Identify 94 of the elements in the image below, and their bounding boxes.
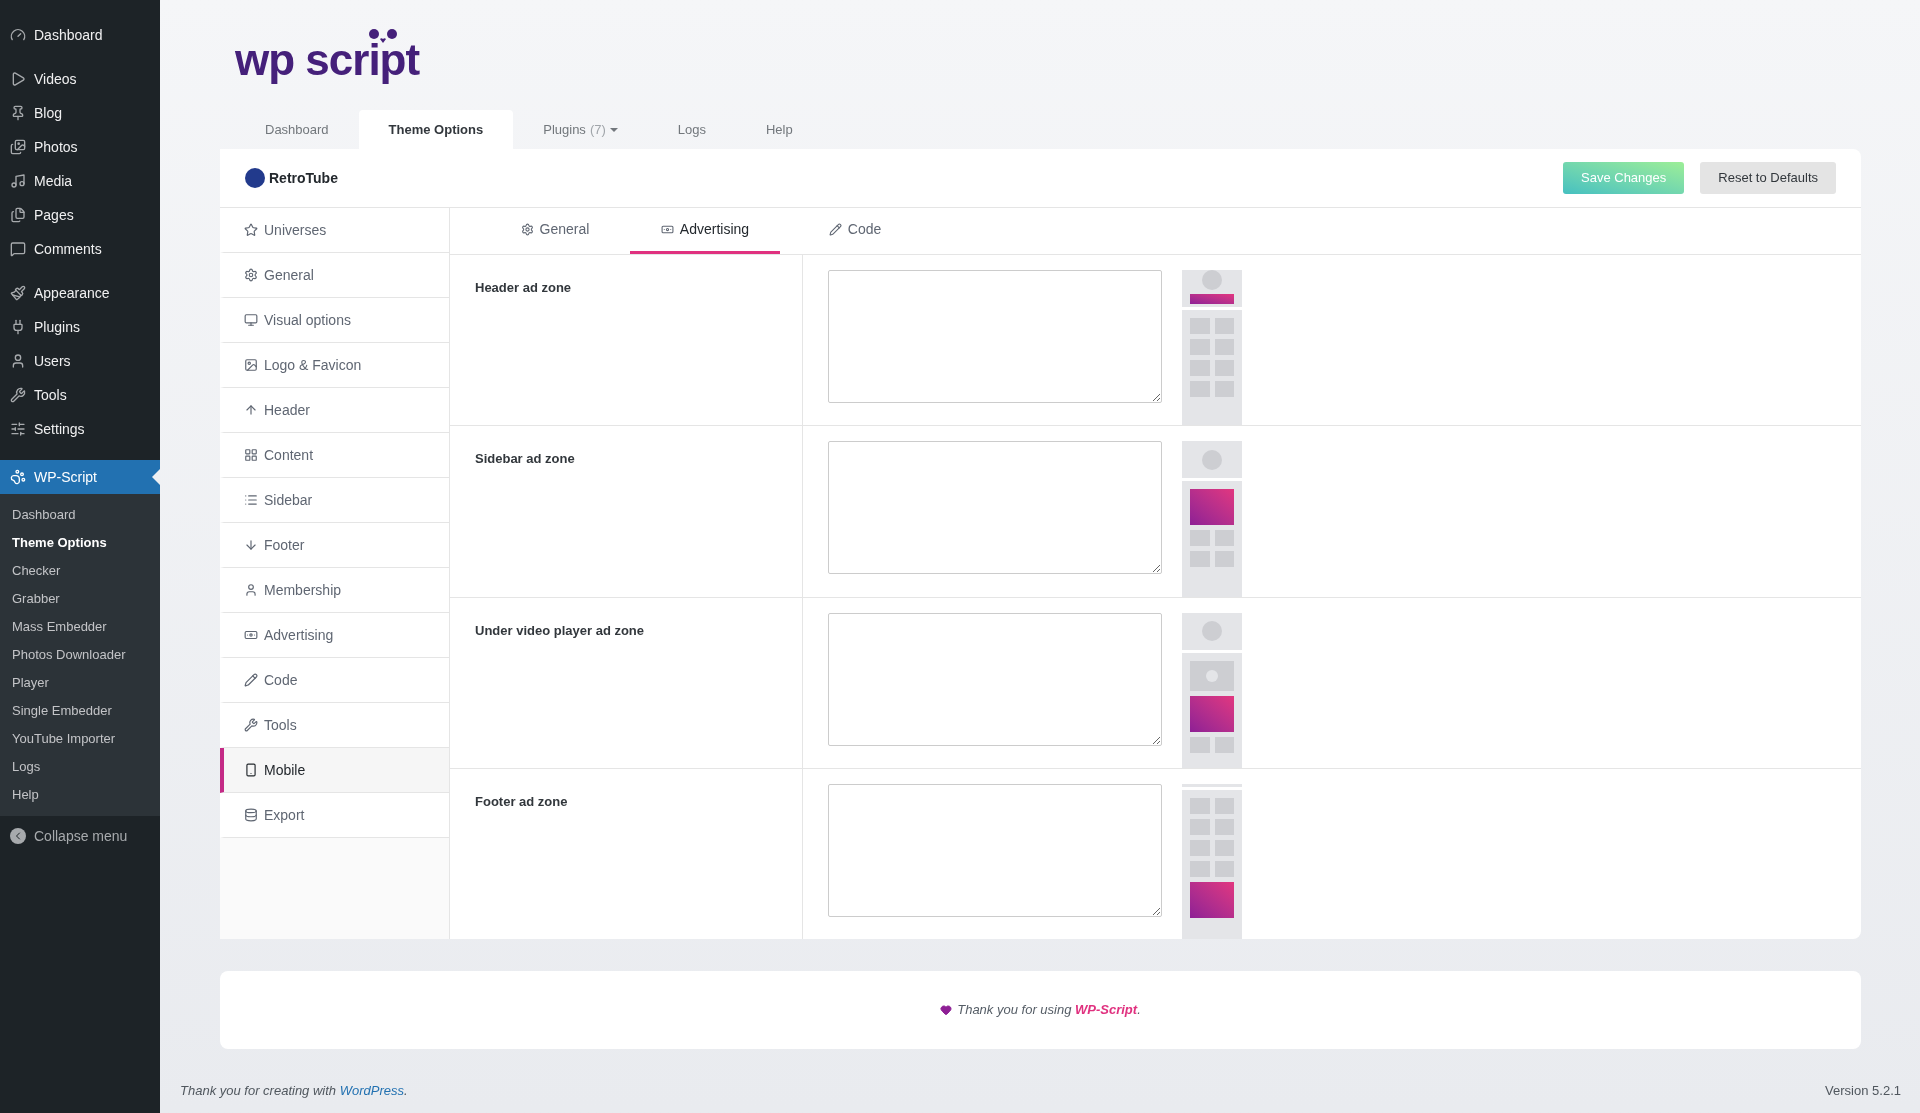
paw-icon bbox=[10, 469, 26, 485]
collapse-icon bbox=[10, 828, 26, 844]
admin-menu-item[interactable]: Photos bbox=[0, 130, 160, 164]
logo: wp script bbox=[235, 38, 420, 82]
submenu-item[interactable]: Grabber bbox=[0, 585, 160, 613]
image-icon bbox=[244, 358, 258, 372]
sliders-icon bbox=[10, 421, 26, 437]
ad-code-field[interactable] bbox=[828, 612, 1162, 746]
admin-menu-item[interactable]: Tools bbox=[0, 378, 160, 412]
user-icon bbox=[10, 353, 26, 369]
field-label: Footer ad zone bbox=[475, 793, 568, 809]
admin-menu-item[interactable]: Blog bbox=[0, 96, 160, 130]
arrow-down-icon bbox=[244, 538, 258, 552]
submenu-item[interactable]: Player bbox=[0, 669, 160, 697]
field-label: Header ad zone bbox=[475, 280, 572, 295]
wrench-icon bbox=[10, 387, 26, 403]
options-menu-item[interactable]: Content bbox=[220, 433, 449, 478]
theme-logo-icon bbox=[245, 168, 265, 188]
nav-tab[interactable]: Logs bbox=[647, 110, 736, 149]
heart-icon bbox=[940, 1004, 953, 1016]
options-menu-item[interactable]: Header bbox=[220, 388, 449, 433]
nav-tab[interactable]: Theme Options bbox=[358, 110, 514, 149]
nav-tab[interactable]: Help bbox=[735, 110, 823, 149]
ad-code-field[interactable] bbox=[828, 783, 1162, 917]
options-menu-item[interactable]: Advertising bbox=[220, 613, 449, 658]
media-icon bbox=[10, 173, 26, 189]
settings-icon bbox=[244, 268, 258, 282]
field-label: Under video player ad zone bbox=[475, 622, 645, 638]
database-icon bbox=[244, 808, 258, 822]
collapse-menu-button[interactable]: Collapse menu bbox=[0, 816, 160, 856]
options-menu-item[interactable]: Universes bbox=[220, 208, 449, 253]
submenu-item[interactable]: Theme Options bbox=[0, 529, 160, 557]
brush-icon bbox=[10, 285, 26, 301]
submenu-item[interactable]: Checker bbox=[0, 557, 160, 585]
submenu-item[interactable]: Photos Downloader bbox=[0, 641, 160, 669]
gauge-icon bbox=[10, 27, 26, 43]
version-text: Version 5.2.1 bbox=[1825, 1082, 1901, 1101]
settings-tab[interactable]: General bbox=[480, 208, 630, 254]
admin-menu-item[interactable]: Dashboard bbox=[0, 18, 160, 52]
submenu-item[interactable]: YouTube Importer bbox=[0, 725, 160, 753]
admin-menu-item[interactable]: Plugins bbox=[0, 310, 160, 344]
speech-bubble-icon bbox=[10, 241, 26, 257]
settings-tab[interactable]: Code bbox=[780, 208, 930, 254]
nav-tab[interactable]: Plugins (7) bbox=[513, 110, 648, 149]
settings-tab[interactable]: Advertising bbox=[630, 208, 780, 254]
nav-tab[interactable]: Dashboard bbox=[235, 110, 359, 149]
admin-menu-item[interactable]: Videos bbox=[0, 62, 160, 96]
admin-menu-item[interactable]: WP-Script bbox=[0, 460, 160, 494]
star-icon bbox=[244, 223, 258, 237]
options-menu-item[interactable]: Sidebar bbox=[220, 478, 449, 523]
ad-code-field[interactable] bbox=[828, 270, 1162, 403]
options-menu-item[interactable]: Mobile bbox=[220, 748, 449, 793]
submenu-item[interactable]: Mass Embedder bbox=[0, 613, 160, 641]
submenu-item[interactable]: Logs bbox=[0, 753, 160, 781]
pages-icon bbox=[10, 207, 26, 223]
reset-defaults-button[interactable]: Reset to Defaults bbox=[1700, 162, 1836, 194]
options-menu-item[interactable]: Export bbox=[220, 793, 449, 838]
play-icon bbox=[10, 71, 26, 87]
submenu-item[interactable]: Single Embedder bbox=[0, 697, 160, 725]
settings-icon bbox=[520, 223, 534, 236]
admin-menu-item[interactable]: Settings bbox=[0, 412, 160, 446]
field-label: Sidebar ad zone bbox=[475, 451, 575, 467]
admin-menu-item[interactable]: Pages bbox=[0, 198, 160, 232]
options-menu-item[interactable]: General bbox=[220, 253, 449, 298]
ad-code-field[interactable] bbox=[828, 441, 1162, 575]
admin-menu-item[interactable]: Media bbox=[0, 164, 160, 198]
submenu-item[interactable]: Dashboard bbox=[0, 501, 160, 529]
user-icon bbox=[244, 583, 258, 597]
options-menu-item[interactable]: Tools bbox=[220, 703, 449, 748]
wrench-icon bbox=[244, 718, 258, 732]
theme-name: RetroTube bbox=[269, 168, 338, 188]
submenu-item[interactable]: Help bbox=[0, 781, 160, 809]
options-menu-item[interactable]: Code bbox=[220, 658, 449, 703]
footer-text: Thank you for creating with WordPress. bbox=[180, 1082, 408, 1101]
images-icon bbox=[10, 139, 26, 155]
plug-icon bbox=[10, 319, 26, 335]
options-menu-item[interactable]: Membership bbox=[220, 568, 449, 613]
grid-icon bbox=[244, 448, 258, 462]
pin-icon bbox=[10, 105, 26, 121]
thanks-text: Thank you for using WP-Script. bbox=[957, 1001, 1141, 1020]
admin-menu-item[interactable]: Users bbox=[0, 344, 160, 378]
admin-menu-item[interactable]: Comments bbox=[0, 232, 160, 266]
list-icon bbox=[244, 493, 258, 507]
wordpress-link[interactable]: WordPress bbox=[339, 1083, 404, 1099]
pencil-icon bbox=[828, 223, 842, 236]
monitor-icon bbox=[244, 313, 258, 327]
banknote-icon bbox=[660, 223, 674, 236]
options-menu-item[interactable]: Visual options bbox=[220, 298, 449, 343]
options-menu-item[interactable]: Logo & Favicon bbox=[220, 343, 449, 388]
banknote-icon bbox=[244, 628, 258, 642]
phone-icon bbox=[244, 763, 258, 777]
options-menu-item[interactable]: Footer bbox=[220, 523, 449, 568]
admin-menu-item[interactable]: Appearance bbox=[0, 276, 160, 310]
pencil-icon bbox=[244, 673, 258, 687]
